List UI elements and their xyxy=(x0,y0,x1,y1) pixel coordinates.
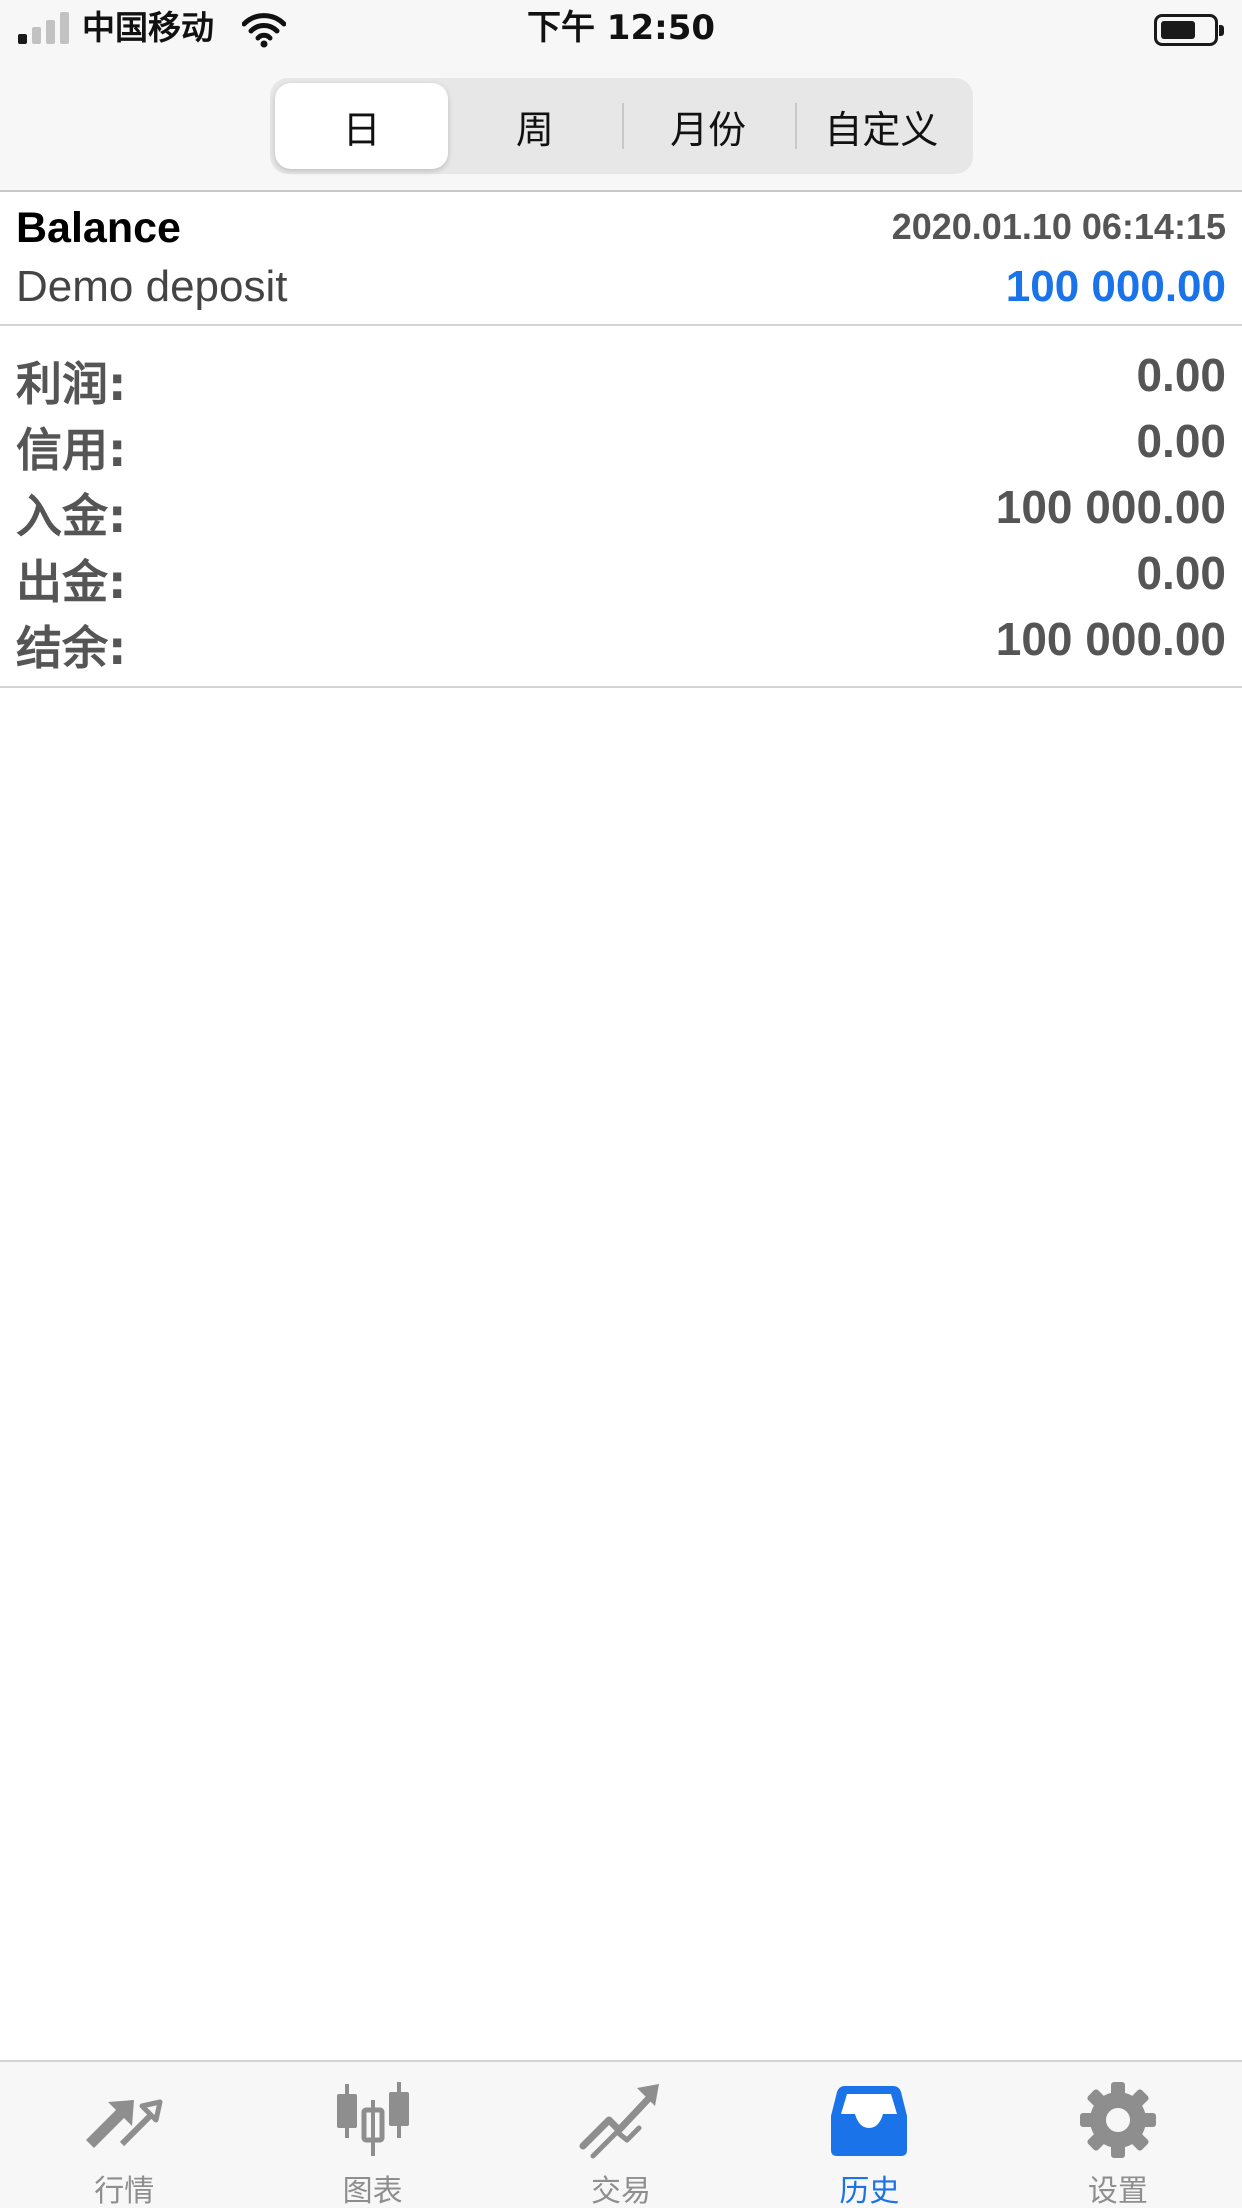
tab-settings[interactable]: 设置 xyxy=(994,2062,1242,2208)
bottom-tab-bar: 行情 图表 交易 历史 设置 xyxy=(0,2060,1242,2208)
summary-value: 0.00 xyxy=(1136,349,1226,401)
deal-datetime: 2020.01.10 06:14:15 xyxy=(891,206,1226,247)
history-inbox-icon xyxy=(831,2086,908,2156)
summary-label: 出金: xyxy=(16,555,127,609)
summary-row-deposit: 入金: 100 000.00 xyxy=(0,474,1242,543)
period-tab-month[interactable]: 月份 xyxy=(621,83,795,169)
summary-label: 利润: xyxy=(16,357,127,411)
gear-icon xyxy=(1079,2082,1156,2158)
summary-row-balance: 结余: 100 000.00 xyxy=(0,606,1242,675)
period-tab-day[interactable]: 日 xyxy=(275,83,449,169)
deal-comment: Demo deposit xyxy=(16,262,288,311)
status-bar: 中国移动 下午 12:50 xyxy=(0,0,1242,60)
summary-row-withdrawal: 出金: 0.00 xyxy=(0,540,1242,609)
summary-value: 100 000.00 xyxy=(995,481,1226,533)
tab-trade[interactable]: 交易 xyxy=(497,2062,745,2208)
tab-quotes[interactable]: 行情 xyxy=(0,2062,248,2208)
tab-history[interactable]: 历史 xyxy=(745,2062,993,2208)
summary-row-profit: 利润: 0.00 xyxy=(0,342,1242,411)
mt-history-screen: 中国移动 下午 12:50 日 周 月份 自定义 Balance 2020.01… xyxy=(0,0,1242,2208)
deal-amount: 100 000.00 xyxy=(1005,262,1226,311)
summary-label: 结余: xyxy=(16,621,127,675)
tab-charts[interactable]: 图表 xyxy=(248,2062,496,2208)
quotes-arrows-icon xyxy=(86,2099,163,2148)
summary-label: 入金: xyxy=(16,489,127,543)
tab-label: 图表 xyxy=(342,2174,403,2208)
deal-row[interactable]: Balance 2020.01.10 06:14:15 Demo deposit… xyxy=(0,194,1242,326)
tab-label: 交易 xyxy=(591,2174,652,2208)
tab-label: 设置 xyxy=(1087,2174,1148,2208)
summary-value: 100 000.00 xyxy=(995,613,1226,665)
summary-value: 0.00 xyxy=(1136,415,1226,467)
top-bar: 中国移动 下午 12:50 日 周 月份 自定义 xyxy=(0,0,1242,192)
summary-label: 信用: xyxy=(16,423,127,477)
tab-label: 行情 xyxy=(94,2174,155,2208)
period-tab-custom[interactable]: 自定义 xyxy=(794,83,968,169)
deal-type: Balance xyxy=(16,204,181,252)
account-summary: 利润: 0.00 信用: 0.00 入金: 100 000.00 出金: 0.0… xyxy=(0,328,1242,688)
status-time: 下午 12:50 xyxy=(526,8,716,48)
summary-row-credit: 信用: 0.00 xyxy=(0,408,1242,477)
tab-label: 历史 xyxy=(839,2174,900,2208)
trade-trend-icon xyxy=(579,2084,660,2159)
candlestick-chart-icon xyxy=(336,2082,409,2156)
period-segmented-control: 日 周 月份 自定义 xyxy=(270,78,973,174)
summary-value: 0.00 xyxy=(1136,547,1226,599)
period-tab-week[interactable]: 周 xyxy=(448,83,621,169)
battery-icon xyxy=(1154,14,1224,46)
